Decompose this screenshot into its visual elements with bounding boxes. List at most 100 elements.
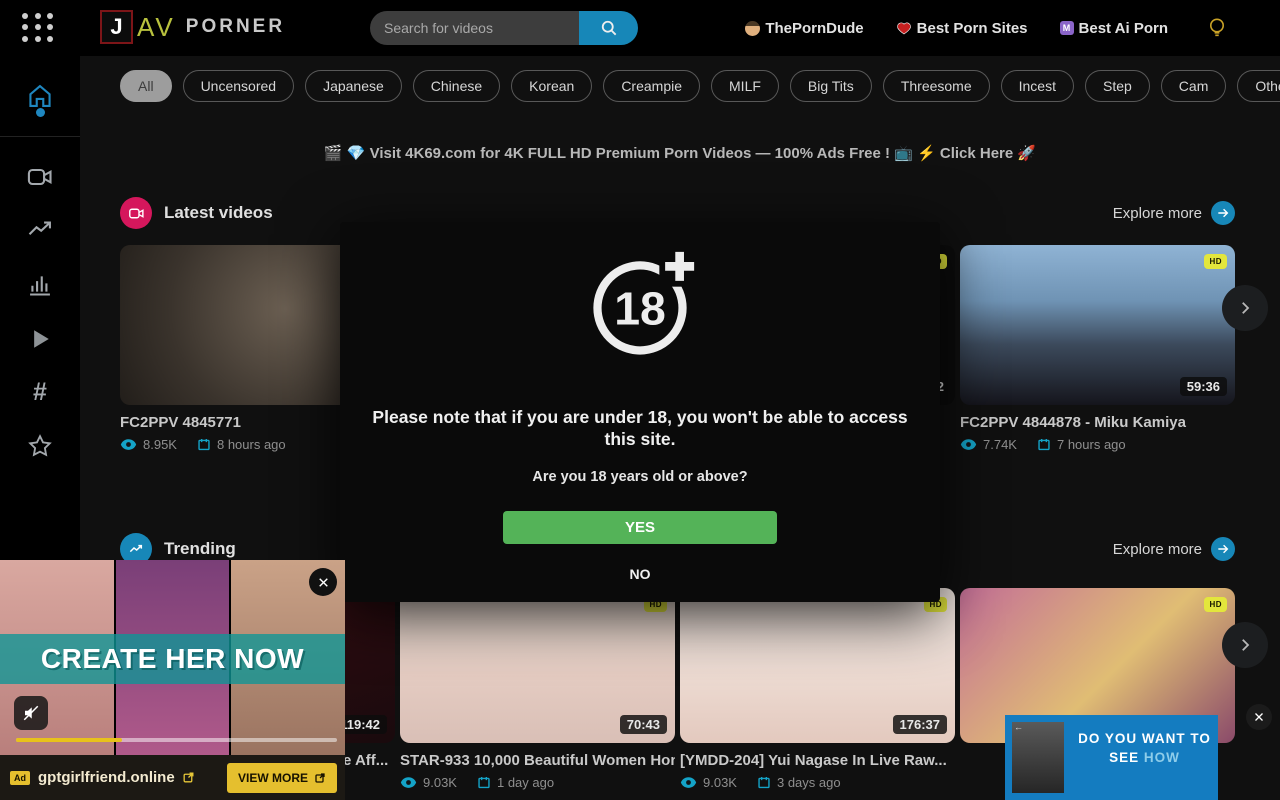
- link-label: Best Ai Porn: [1079, 20, 1168, 37]
- pill-cam[interactable]: Cam: [1161, 70, 1227, 102]
- pill-uncensored[interactable]: Uncensored: [183, 70, 295, 102]
- sidebar-item-stats[interactable]: [26, 270, 54, 298]
- pill-incest[interactable]: Incest: [1001, 70, 1074, 102]
- calendar-icon: [757, 775, 771, 790]
- no-button[interactable]: NO: [630, 566, 651, 582]
- search-input[interactable]: [370, 11, 579, 45]
- video-ad[interactable]: CREATE HER NOW Ad gptgirlfriend.online V…: [0, 560, 345, 800]
- explore-more-trending[interactable]: Explore more: [1113, 537, 1235, 561]
- sidebar-item-play[interactable]: [26, 325, 54, 353]
- date: 3 days ago: [777, 775, 841, 790]
- video-thumbnail: HD 70:43: [400, 588, 675, 743]
- search-icon: [599, 18, 619, 38]
- video-card[interactable]: HD 59:36 FC2PPV 4844878 - Miku Kamiya 7.…: [960, 245, 1235, 452]
- video-thumbnail: HD 176:37: [680, 588, 955, 743]
- mute-button[interactable]: [14, 696, 48, 730]
- logo-av: AV: [137, 12, 176, 43]
- logo-name: PORNER: [186, 16, 285, 38]
- calendar-icon: [477, 775, 491, 790]
- view-more-label: VIEW MORE: [238, 771, 308, 785]
- hd-badge: HD: [1204, 254, 1227, 269]
- ad-progress-bar[interactable]: [16, 738, 337, 742]
- arrow-right-icon: [1211, 201, 1235, 225]
- corner-ad[interactable]: ← DO YOU WANT TO SEE HOW: [1005, 715, 1218, 800]
- link-theporndude[interactable]: ThePornDude: [745, 20, 863, 37]
- eye-icon: [680, 776, 697, 789]
- corner-ad-thumbnail: ←: [1012, 722, 1064, 793]
- link-best-ai-porn[interactable]: M Best Ai Porn: [1060, 20, 1168, 37]
- theporndude-icon: [745, 21, 760, 36]
- close-icon: [317, 576, 330, 589]
- ad-site-link[interactable]: gptgirlfriend.online: [38, 769, 175, 786]
- bar-chart-icon: [26, 270, 54, 298]
- play-icon: [26, 325, 54, 353]
- video-card[interactable]: HD 70:43 STAR-933 10,000 Beautiful Women…: [400, 588, 675, 790]
- hashtag-icon: #: [33, 378, 47, 406]
- pill-korean[interactable]: Korean: [511, 70, 592, 102]
- logo-j: J: [100, 10, 133, 44]
- pill-milf[interactable]: MILF: [711, 70, 779, 102]
- age-warning-text: Please note that if you are under 18, yo…: [368, 407, 912, 451]
- video-camera-icon: [26, 163, 54, 191]
- explore-more-latest[interactable]: Explore more: [1113, 201, 1235, 225]
- header-links: ThePornDude Best Porn Sites M Best Ai Po…: [640, 0, 1168, 56]
- corner-ad-line2-accent: HOW: [1144, 750, 1180, 765]
- eye-icon: [400, 776, 417, 789]
- sidebar-item-home[interactable]: [26, 82, 54, 110]
- video-title: STAR-933 10,000 Beautiful Women Honj...: [400, 752, 675, 769]
- category-pills: All Uncensored Japanese Chinese Korean C…: [120, 70, 1280, 102]
- pill-all[interactable]: All: [120, 70, 172, 102]
- search-button[interactable]: [579, 11, 638, 45]
- site-logo[interactable]: J AV PORNER: [100, 10, 285, 44]
- ad-bottom-bar: Ad gptgirlfriend.online VIEW MORE: [0, 755, 345, 800]
- home-icon: [26, 82, 54, 110]
- pill-creampie[interactable]: Creampie: [603, 70, 700, 102]
- pill-threesome[interactable]: Threesome: [883, 70, 990, 102]
- link-label: ThePornDude: [765, 20, 863, 37]
- search-bar: [370, 11, 638, 45]
- corner-ad-text: DO YOU WANT TO SEE HOW: [1071, 715, 1218, 800]
- video-meta: 7.74K 7 hours ago: [960, 437, 1235, 452]
- heart-icon: [896, 20, 912, 36]
- external-link-icon: [314, 772, 326, 784]
- next-carousel-button-latest[interactable]: [1222, 285, 1268, 331]
- back-arrow-icon: ←: [1014, 722, 1023, 732]
- 18-plus-icon: 18: [582, 248, 698, 364]
- external-link-icon: [182, 771, 195, 784]
- link-best-porn-sites[interactable]: Best Porn Sites: [896, 20, 1028, 37]
- next-carousel-button-trending[interactable]: [1222, 622, 1268, 668]
- sidebar-item-trending[interactable]: [26, 215, 54, 243]
- video-meta: 9.03K 1 day ago: [400, 775, 675, 790]
- age-question-text: Are you 18 years old or above?: [340, 469, 940, 485]
- link-label: Best Porn Sites: [917, 20, 1028, 37]
- sidebar-item-tags[interactable]: #: [26, 378, 54, 406]
- chevron-right-icon: [1236, 299, 1254, 317]
- pill-big-tits[interactable]: Big Tits: [790, 70, 872, 102]
- ad-progress-fill: [16, 738, 122, 742]
- pill-japanese[interactable]: Japanese: [305, 70, 402, 102]
- video-card[interactable]: HD 176:37 [YMDD-204] Yui Nagase In Live …: [680, 588, 955, 790]
- section-title: Trending: [164, 539, 236, 559]
- pill-other[interactable]: Other: [1237, 70, 1280, 102]
- sidebar-item-favorites[interactable]: [26, 432, 54, 460]
- age-verification-modal: 18 Please note that if you are under 18,…: [340, 222, 940, 602]
- yes-button[interactable]: YES: [503, 511, 777, 544]
- views: 8.95K: [143, 437, 177, 452]
- pill-chinese[interactable]: Chinese: [413, 70, 500, 102]
- apps-grid-icon[interactable]: [22, 13, 56, 43]
- video-meta: 9.03K 3 days ago: [680, 775, 955, 790]
- pill-step[interactable]: Step: [1085, 70, 1150, 102]
- lightbulb-theme-icon[interactable]: [1205, 16, 1229, 40]
- view-more-button[interactable]: VIEW MORE: [227, 763, 337, 793]
- video-title: FC2PPV 4844878 - Miku Kamiya: [960, 414, 1235, 431]
- page: J AV PORNER ThePornDude Best Porn Sites …: [0, 0, 1280, 800]
- duration-badge: 70:43: [620, 715, 667, 734]
- promo-banner-link[interactable]: 🎬 💎 Visit 4K69.com for 4K FULL HD Premiu…: [80, 144, 1280, 162]
- ad-caption-band: CREATE HER NOW: [0, 634, 345, 684]
- section-title: Latest videos: [164, 203, 273, 223]
- corner-ad-close-button[interactable]: [1246, 704, 1272, 730]
- sidebar-item-videos[interactable]: [26, 163, 54, 191]
- ad-close-button[interactable]: [309, 568, 337, 596]
- hd-badge: HD: [1204, 597, 1227, 612]
- arrow-right-icon: [1211, 537, 1235, 561]
